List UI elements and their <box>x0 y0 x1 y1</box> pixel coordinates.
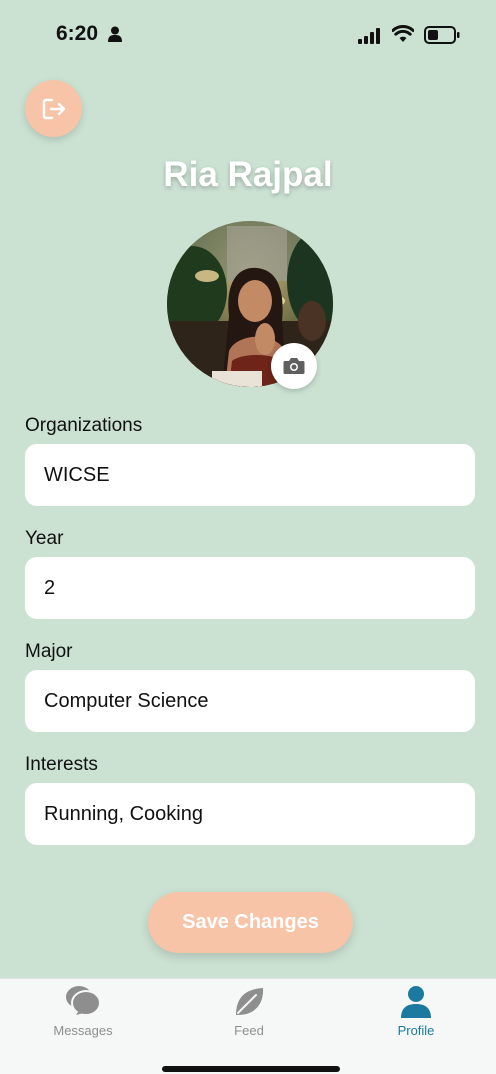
leaf-icon <box>236 988 264 1015</box>
chat-bubbles-icon <box>66 986 101 1016</box>
home-indicator <box>162 1066 340 1072</box>
tab-feed[interactable]: Feed <box>189 985 309 1045</box>
status-time: 6:20 <box>56 22 99 45</box>
major-input[interactable] <box>25 670 475 732</box>
logout-button[interactable] <box>25 80 82 137</box>
tab-profile-label: Profile <box>397 1023 435 1038</box>
person-icon <box>401 986 431 1018</box>
tab-messages[interactable]: Messages <box>23 985 143 1045</box>
save-changes-button[interactable]: Save Changes <box>148 892 353 953</box>
camera-icon <box>283 358 305 374</box>
year-label: Year <box>25 528 64 549</box>
interests-input[interactable] <box>25 783 475 845</box>
interests-label: Interests <box>25 754 98 775</box>
person-status-icon <box>108 26 122 42</box>
status-bar: 6:20 <box>0 0 496 70</box>
battery-icon <box>424 26 460 44</box>
logout-icon <box>42 98 65 119</box>
tab-profile[interactable]: Profile <box>356 985 476 1045</box>
tab-messages-label: Messages <box>53 1023 113 1038</box>
profile-name: Ria Rajpal <box>163 155 333 194</box>
year-input[interactable] <box>25 557 475 619</box>
signal-icon <box>358 28 380 44</box>
major-label: Major <box>25 641 73 662</box>
wifi-icon <box>392 25 414 42</box>
tab-feed-label: Feed <box>234 1023 264 1038</box>
change-photo-button[interactable] <box>271 343 317 389</box>
tab-bar: Messages Feed Profile <box>0 978 496 1074</box>
organizations-input[interactable] <box>25 444 475 506</box>
organizations-label: Organizations <box>25 415 143 436</box>
